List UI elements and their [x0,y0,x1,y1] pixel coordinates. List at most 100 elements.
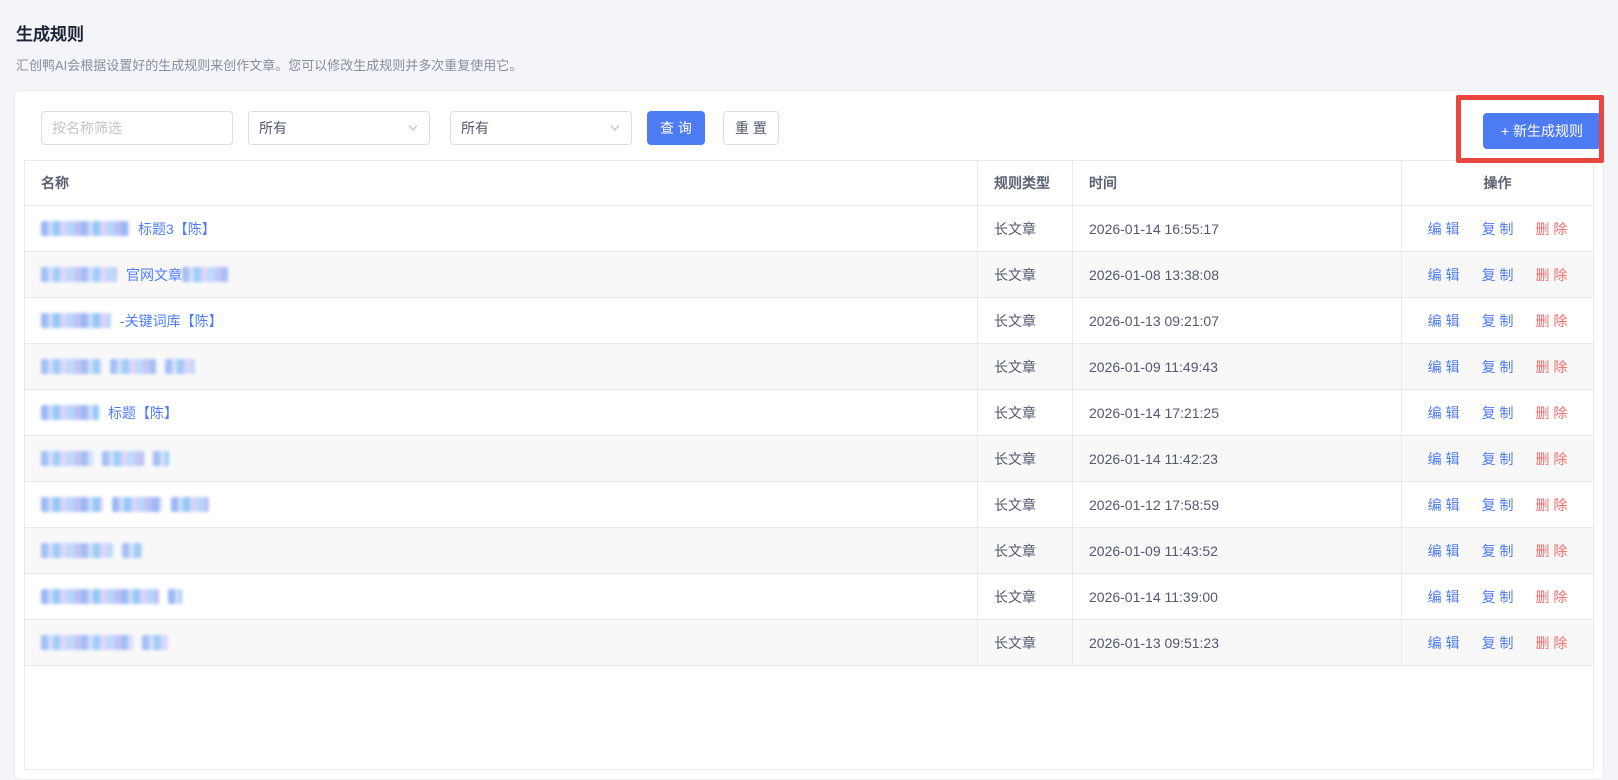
edit-link[interactable]: 编 辑 [1428,265,1460,285]
edit-link[interactable]: 编 辑 [1428,541,1460,561]
copy-link[interactable]: 复 制 [1482,633,1514,653]
delete-link[interactable]: 删 除 [1535,403,1567,423]
edit-link[interactable]: 编 辑 [1428,587,1460,607]
rule-time-cell: 2026-01-13 09:21:07 [1073,298,1402,343]
delete-link[interactable]: 删 除 [1535,541,1567,561]
copy-link[interactable]: 复 制 [1482,449,1514,469]
rule-time-cell: 2026-01-09 11:49:43 [1073,344,1402,389]
rule-time-cell: 2026-01-14 16:55:17 [1073,206,1402,251]
copy-link[interactable]: 复 制 [1482,219,1514,239]
edit-link[interactable]: 编 辑 [1428,311,1460,331]
rule-name-cell [25,436,978,481]
rule-name-link[interactable]: -关键词库【陈】 [120,311,223,331]
redacted-text-block [102,451,144,466]
actions-cell: 编 辑复 制删 除 [1402,390,1593,435]
copy-link[interactable]: 复 制 [1482,587,1514,607]
rule-name-cell [25,620,978,665]
table-row: 标题【陈】 长文章2026-01-14 17:21:25 编 辑 复 制 删 除 [25,390,1593,436]
edit-link[interactable]: 编 辑 [1428,449,1460,469]
redacted-text-block [41,589,159,604]
filter-bar: 所有 所有 查 询 重 置 [41,111,779,145]
rule-type-cell: 长文章 [978,436,1073,481]
delete-link[interactable]: 删 除 [1535,357,1567,377]
page-subtitle: 汇创鸭AI会根据设置好的生成规则来创作文章。您可以修改生成规则并多次重复使用它。 [16,55,522,74]
column-header-0: 名称 [25,161,978,205]
column-header-3: 操作 [1402,161,1593,205]
delete-link[interactable]: 删 除 [1535,495,1567,515]
status-select-value: 所有 [461,118,489,138]
new-rule-button[interactable]: + 新生成规则 [1483,113,1601,149]
copy-link[interactable]: 复 制 [1482,541,1514,561]
actions-cell: 编 辑复 制删 除 [1402,620,1593,665]
table-row: 长文章2026-01-14 11:42:23 编 辑 复 制 删 除 [25,436,1593,482]
status-select[interactable]: 所有 [450,111,632,145]
rule-name-link[interactable]: 标题【陈】 [108,403,178,423]
redacted-text-block [122,543,142,558]
rule-name-link[interactable]: 标题3【陈】 [138,219,216,239]
redacted-text-block [41,405,99,420]
redacted-text-block [112,497,162,512]
rule-time-cell: 2026-01-14 11:42:23 [1073,436,1402,481]
query-button[interactable]: 查 询 [647,111,705,145]
table-row: 长文章2026-01-13 09:51:23 编 辑 复 制 删 除 [25,620,1593,666]
delete-link[interactable]: 删 除 [1535,219,1567,239]
redacted-text-block [182,267,228,282]
redacted-text-block [110,359,156,374]
table-row: 长文章2026-01-14 11:39:00编 辑复 制删 除 [25,574,1593,620]
actions-cell: 编 辑复 制删 除 [1402,436,1593,481]
redacted-text-block [41,359,101,374]
edit-link[interactable]: 编 辑 [1428,633,1460,653]
redacted-text-block [165,359,195,374]
delete-link[interactable]: 删 除 [1535,633,1567,653]
rule-type-cell: 长文章 [978,298,1073,343]
rule-type-select-value: 所有 [259,118,287,138]
name-filter-input[interactable] [41,111,233,145]
rule-time-cell: 2026-01-12 17:58:59 [1073,482,1402,527]
copy-link[interactable]: 复 制 [1482,403,1514,423]
delete-link[interactable]: 删 除 [1535,265,1567,285]
rule-name-cell: 标题【陈】 [25,390,978,435]
rule-type-select[interactable]: 所有 [248,111,430,145]
copy-link[interactable]: 复 制 [1482,357,1514,377]
delete-link[interactable]: 删 除 [1535,311,1567,331]
edit-link[interactable]: 编 辑 [1428,495,1460,515]
actions-cell: 编 辑复 制删 除 [1402,206,1593,251]
rule-type-cell: 长文章 [978,344,1073,389]
table-body: 标题3【陈】长文章2026-01-14 16:55:17编 辑复 制删 除官网文… [25,206,1593,666]
chevron-down-icon [407,122,419,134]
table-header-row: 名称规则类型时间操作 [25,161,1593,206]
redacted-text-block [153,451,169,466]
copy-link[interactable]: 复 制 [1482,495,1514,515]
actions-cell: 编 辑复 制删 除 [1402,298,1593,343]
redacted-text-block [41,635,133,650]
rule-type-cell: 长文章 [978,252,1073,297]
copy-link[interactable]: 复 制 [1482,265,1514,285]
rule-name-cell [25,574,978,619]
rule-name-cell [25,482,978,527]
page-title: 生成规则 [16,20,84,45]
rule-name-link[interactable]: 官网文章 [126,265,182,285]
rule-time-cell: 2026-01-14 17:21:25 [1073,390,1402,435]
edit-link[interactable]: 编 辑 [1428,219,1460,239]
delete-link[interactable]: 删 除 [1535,449,1567,469]
reset-button[interactable]: 重 置 [723,111,779,145]
delete-link[interactable]: 删 除 [1535,587,1567,607]
rule-type-cell: 长文章 [978,528,1073,573]
rules-card: 所有 所有 查 询 重 置 + 新生成规则 名称规则类型时间操作 标题3【陈】长… [14,90,1604,780]
redacted-text-block [168,589,182,604]
actions-cell: 编 辑复 制删 除 [1402,528,1593,573]
redacted-text-block [41,267,117,282]
edit-link[interactable]: 编 辑 [1428,357,1460,377]
redacted-text-block [142,635,168,650]
actions-cell: 编 辑复 制删 除 [1402,252,1593,297]
rule-type-cell: 长文章 [978,620,1073,665]
column-header-1: 规则类型 [978,161,1073,205]
edit-link[interactable]: 编 辑 [1428,403,1460,423]
copy-link[interactable]: 复 制 [1482,311,1514,331]
rule-type-cell: 长文章 [978,390,1073,435]
table-row: -关键词库【陈】 长文章2026-01-13 09:21:07 编 辑 复 制 删 除 [25,298,1593,344]
rule-type-cell: 长文章 [978,574,1073,619]
rule-time-cell: 2026-01-13 09:51:23 [1073,620,1402,665]
redacted-text-block [171,497,209,512]
rules-table: 名称规则类型时间操作 标题3【陈】长文章2026-01-14 16:55:17编… [24,160,1594,770]
